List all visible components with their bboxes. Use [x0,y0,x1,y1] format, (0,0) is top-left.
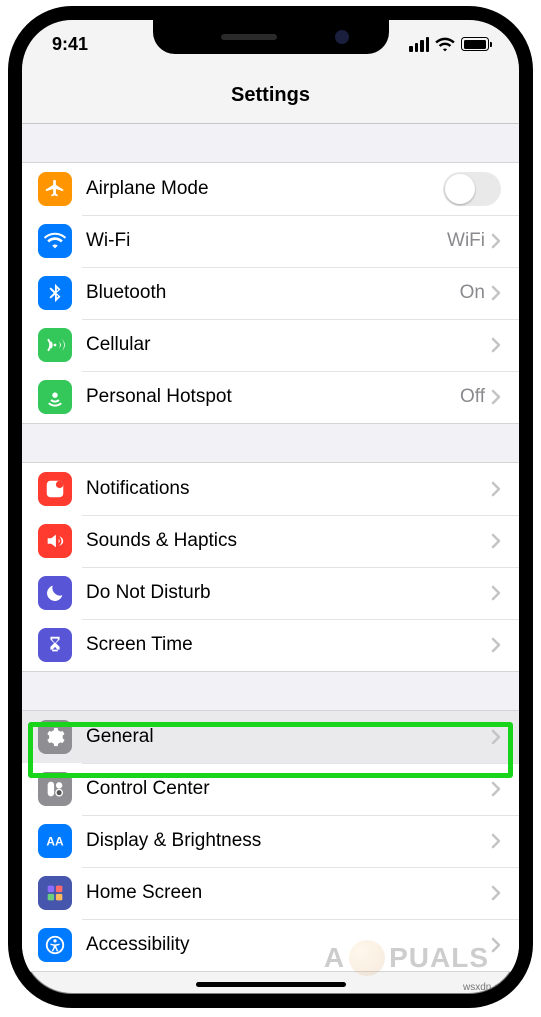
watermark-face-icon [349,940,385,976]
row-label: Display & Brightness [86,830,491,852]
cellular-signal-icon [409,37,429,52]
row-value: On [460,282,485,304]
row-label: Home Screen [86,882,491,904]
chevron-right-icon [491,833,501,849]
row-general[interactable]: General [22,711,519,763]
wifi-status-icon [435,37,455,52]
row-airplane[interactable]: Airplane Mode [22,163,519,215]
row-value: Off [460,386,485,408]
chevron-right-icon [491,885,501,901]
hourglass-icon [38,628,72,662]
chevron-right-icon [491,729,501,745]
airplane-icon [38,172,72,206]
phone-frame: 9:41 Settings Airplane ModeWi-FiWiFiBlue… [8,6,533,1008]
settings-group: Notifications Sounds & Haptics Do Not Dist… [22,462,519,672]
chevron-right-icon [491,781,501,797]
page-header: Settings [22,68,519,124]
row-cellular[interactable]: Cellular [22,319,519,371]
row-homescreen[interactable]: Home Screen [22,867,519,919]
row-sounds[interactable]: Sounds & Haptics [22,515,519,567]
group-spacer [22,424,519,462]
row-hotspot[interactable]: Personal HotspotOff [22,371,519,423]
page-title: Settings [231,84,310,107]
settings-group: Airplane ModeWi-FiWiFiBluetoothOnCellula… [22,162,519,424]
cellular-icon [38,328,72,362]
watermark: A PUALS [324,940,489,976]
chevron-right-icon [491,233,501,249]
chevron-right-icon [491,389,501,405]
row-value: WiFi [447,230,485,252]
row-label: Personal Hotspot [86,386,460,408]
accessibility-icon [38,928,72,962]
svg-text:AA: AA [46,835,64,849]
notifications-icon [38,472,72,506]
group-spacer [22,672,519,710]
row-display[interactable]: AA Display & Brightness [22,815,519,867]
row-label: Notifications [86,478,491,500]
wifi-icon [38,224,72,258]
chevron-right-icon [491,637,501,653]
home-screen-icon [38,876,72,910]
chevron-right-icon [491,585,501,601]
row-notifications[interactable]: Notifications [22,463,519,515]
row-dnd[interactable]: Do Not Disturb [22,567,519,619]
moon-icon [38,576,72,610]
toggle-airplane[interactable] [443,172,501,206]
row-label: Control Center [86,778,491,800]
row-label: Sounds & Haptics [86,530,491,552]
control-center-icon [38,772,72,806]
display-icon: AA [38,824,72,858]
row-label: Airplane Mode [86,178,443,200]
chevron-right-icon [491,533,501,549]
gear-icon [38,720,72,754]
row-screentime[interactable]: Screen Time [22,619,519,671]
chevron-right-icon [491,937,501,953]
row-wifi[interactable]: Wi-FiWiFi [22,215,519,267]
row-label: Cellular [86,334,491,356]
bluetooth-icon [38,276,72,310]
hotspot-icon [38,380,72,414]
row-label: General [86,726,491,748]
chevron-right-icon [491,481,501,497]
group-spacer [22,124,519,162]
sounds-icon [38,524,72,558]
source-text: wsxdn.com [463,982,513,993]
chevron-right-icon [491,337,501,353]
status-time: 9:41 [52,34,88,55]
battery-icon [461,37,489,51]
chevron-right-icon [491,285,501,301]
row-label: Do Not Disturb [86,582,491,604]
settings-content[interactable]: Airplane ModeWi-FiWiFiBluetoothOnCellula… [22,124,519,972]
row-controlcenter[interactable]: Control Center [22,763,519,815]
row-label: Wi-Fi [86,230,447,252]
home-indicator[interactable] [196,982,346,987]
notch [153,20,389,54]
row-bluetooth[interactable]: BluetoothOn [22,267,519,319]
row-label: Screen Time [86,634,491,656]
row-label: Bluetooth [86,282,460,304]
settings-group: General Control Center AA Display & Brightn… [22,710,519,972]
